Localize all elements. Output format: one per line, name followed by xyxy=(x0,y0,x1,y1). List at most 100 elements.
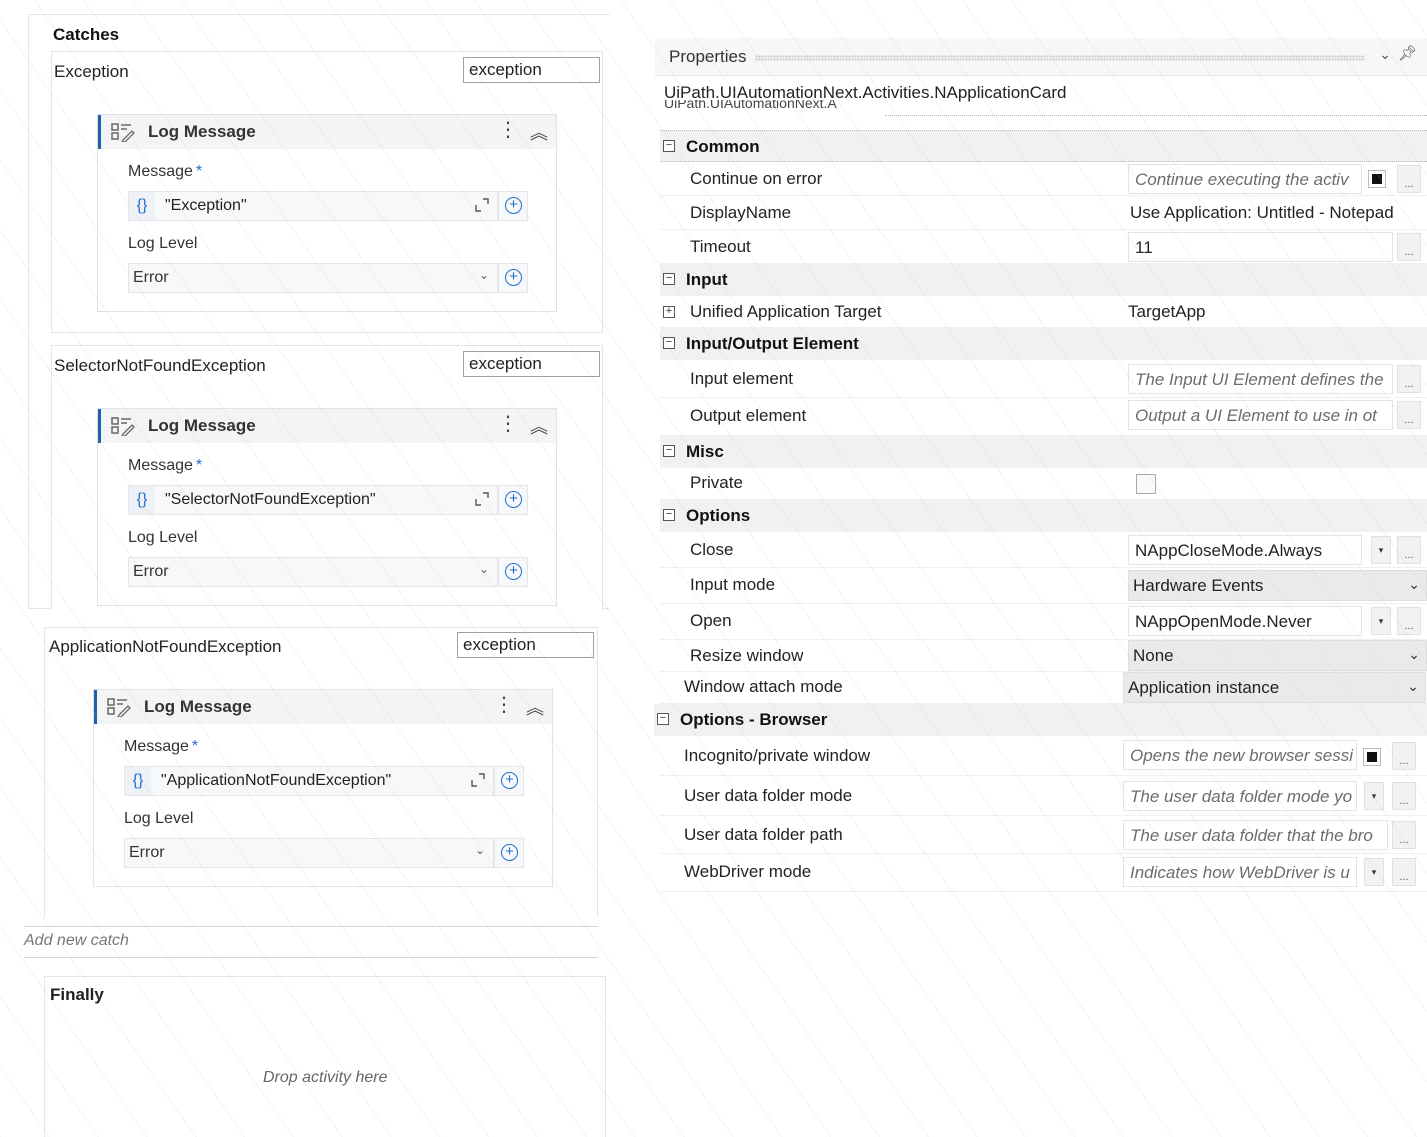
property-value[interactable]: None ⌄ xyxy=(1125,640,1427,674)
property-row-webdriver-mode[interactable]: WebDriver mode Indicates how WebDriver i… xyxy=(660,854,1427,892)
category-misc[interactable]: − Misc xyxy=(660,436,1427,468)
collapse-icon[interactable]: − xyxy=(663,509,675,521)
incognito-checkbox[interactable] xyxy=(1363,748,1381,766)
collapse-icon[interactable]: − xyxy=(663,337,675,349)
property-value[interactable]: Output a UI Element to use in ot ... xyxy=(1125,398,1427,432)
property-row-timeout[interactable]: Timeout 11 ... xyxy=(660,230,1427,264)
user-data-folder-path-input[interactable]: The user data folder that the bro xyxy=(1123,820,1388,850)
dropdown-button[interactable]: ▾ xyxy=(1371,607,1391,635)
category-options[interactable]: − Options xyxy=(660,500,1427,532)
log-message-activity[interactable]: Log Message ⋮ ︽ Message * {} "Exception" … xyxy=(97,114,557,312)
property-value[interactable] xyxy=(1125,468,1427,502)
property-value[interactable]: The Input UI Element defines the ... xyxy=(1125,360,1427,394)
expand-icon[interactable]: + xyxy=(663,306,675,318)
category-input[interactable]: − Input xyxy=(660,264,1427,296)
continue-on-error-checkbox[interactable] xyxy=(1368,170,1386,188)
input-mode-select[interactable]: Hardware Events ⌄ xyxy=(1128,570,1427,601)
property-value[interactable]: TargetApp xyxy=(1125,296,1427,330)
log-message-activity[interactable]: Log Message ⋮ ︽ Message * {} "SelectorNot… xyxy=(97,408,557,606)
message-input[interactable]: {} "SelectorNotFoundException" xyxy=(128,485,498,515)
incognito-input[interactable]: Opens the new browser sessi xyxy=(1123,740,1357,770)
collapse-icon[interactable]: − xyxy=(663,140,675,152)
expand-editor-icon[interactable] xyxy=(471,773,485,787)
catch-variable-input[interactable]: exception xyxy=(457,632,594,658)
ellipsis-button[interactable]: ... xyxy=(1397,536,1421,564)
add-variable-button[interactable]: + xyxy=(498,263,528,293)
property-row-window-attach-mode[interactable]: Window attach mode Application instance … xyxy=(660,672,1427,704)
collapse-icon[interactable]: ︽ xyxy=(530,119,548,145)
log-level-select[interactable]: Error ⌄ xyxy=(128,263,498,293)
category-io-element[interactable]: − Input/Output Element xyxy=(660,328,1427,360)
continue-on-error-input[interactable]: Continue executing the activ xyxy=(1128,164,1362,194)
collapse-icon[interactable]: − xyxy=(657,713,669,725)
catch-block-exception[interactable]: Exception exception Log Message ⋮ ︽ Mess… xyxy=(51,51,603,333)
more-options-icon[interactable]: ⋮ xyxy=(494,695,514,715)
property-row-incognito[interactable]: Incognito/private window Opens the new b… xyxy=(660,736,1427,776)
property-value[interactable]: Continue executing the activ ... xyxy=(1125,162,1427,196)
property-value[interactable]: Hardware Events ⌄ xyxy=(1125,568,1427,602)
catch-variable-input[interactable]: exception xyxy=(463,57,600,83)
dropdown-button[interactable]: ▾ xyxy=(1364,858,1384,886)
property-row-open[interactable]: Open NAppOpenMode.Never ▾ ... xyxy=(660,604,1427,640)
more-options-icon[interactable]: ⋮ xyxy=(498,120,518,140)
property-value[interactable]: NAppOpenMode.Never ▾ ... xyxy=(1125,604,1427,638)
property-value[interactable]: 11 ... xyxy=(1125,230,1427,264)
input-element-input[interactable]: The Input UI Element defines the xyxy=(1128,364,1393,394)
property-row-private[interactable]: Private xyxy=(660,468,1427,500)
property-row-continue-on-error[interactable]: Continue on error Continue executing the… xyxy=(660,162,1427,196)
property-row-displayname[interactable]: DisplayName Use Application: Untitled - … xyxy=(660,196,1427,230)
resize-window-select[interactable]: None ⌄ xyxy=(1128,640,1427,671)
panel-grip[interactable] xyxy=(755,55,1365,61)
category-options-browser[interactable]: − Options - Browser xyxy=(654,704,1427,736)
property-row-unified-target[interactable]: + Unified Application Target TargetApp xyxy=(660,296,1427,328)
property-row-user-data-folder-path[interactable]: User data folder path The user data fold… xyxy=(660,816,1427,854)
property-row-close[interactable]: Close NAppCloseMode.Always ▾ ... xyxy=(660,532,1427,568)
output-element-input[interactable]: Output a UI Element to use in ot xyxy=(1128,400,1393,430)
timeout-input[interactable]: 11 xyxy=(1128,232,1393,262)
ellipsis-button[interactable]: ... xyxy=(1392,742,1416,770)
property-row-user-data-folder-mode[interactable]: User data folder mode The user data fold… xyxy=(660,776,1427,816)
add-variable-button[interactable]: + xyxy=(498,485,528,515)
message-input[interactable]: {} "Exception" xyxy=(128,191,498,221)
collapse-icon[interactable]: ︽ xyxy=(530,413,548,439)
catch-block-applicationnotfound[interactable]: ApplicationNotFoundException exception L… xyxy=(44,627,598,917)
property-value[interactable]: The user data folder that the bro ... xyxy=(1120,816,1422,850)
property-value[interactable]: The user data folder mode yo ▾ ... xyxy=(1120,776,1422,811)
ellipsis-button[interactable]: ... xyxy=(1392,821,1416,849)
activity-header[interactable]: Log Message ⋮ ︽ xyxy=(94,690,552,724)
catch-block-selectornotfound[interactable]: SelectorNotFoundException exception Log … xyxy=(51,345,603,610)
ellipsis-button[interactable]: ... xyxy=(1397,365,1421,393)
add-new-catch-link[interactable]: Add new catch xyxy=(24,932,129,950)
webdriver-mode-input[interactable]: Indicates how WebDriver is u xyxy=(1123,857,1357,887)
more-options-icon[interactable]: ⋮ xyxy=(498,414,518,434)
add-variable-button[interactable]: + xyxy=(494,766,524,796)
property-row-output-element[interactable]: Output element Output a UI Element to us… xyxy=(660,398,1427,436)
activity-header[interactable]: Log Message ⋮ ︽ xyxy=(98,409,556,443)
property-value[interactable]: Indicates how WebDriver is u ▾ ... xyxy=(1120,854,1422,888)
property-value[interactable]: Application instance ⌄ xyxy=(1120,672,1426,706)
property-row-resize-window[interactable]: Resize window None ⌄ xyxy=(660,640,1427,672)
close-input[interactable]: NAppCloseMode.Always xyxy=(1128,535,1362,565)
activity-header[interactable]: Log Message ⋮ ︽ xyxy=(98,115,556,149)
ellipsis-button[interactable]: ... xyxy=(1392,782,1416,810)
chevron-down-icon[interactable]: ⌄ xyxy=(1379,46,1391,63)
ellipsis-button[interactable]: ... xyxy=(1392,858,1416,886)
add-variable-button[interactable]: + xyxy=(498,557,528,587)
collapse-icon[interactable]: ︽ xyxy=(526,694,544,720)
expand-editor-icon[interactable] xyxy=(475,492,489,506)
pin-icon[interactable]: 📌︎ xyxy=(1398,44,1417,62)
catch-variable-input[interactable]: exception xyxy=(463,351,600,377)
log-level-select[interactable]: Error ⌄ xyxy=(124,838,494,868)
open-input[interactable]: NAppOpenMode.Never xyxy=(1128,606,1362,636)
property-row-input-element[interactable]: Input element The Input UI Element defin… xyxy=(660,360,1427,398)
category-common[interactable]: − Common xyxy=(660,130,1427,162)
property-row-input-mode[interactable]: Input mode Hardware Events ⌄ xyxy=(660,568,1427,604)
ellipsis-button[interactable]: ... xyxy=(1397,401,1421,429)
message-input[interactable]: {} "ApplicationNotFoundException" xyxy=(124,766,494,796)
property-value[interactable]: Use Application: Untitled - Notepad xyxy=(1125,196,1427,230)
add-new-catch-row[interactable]: Add new catch xyxy=(24,926,598,958)
dropdown-button[interactable]: ▾ xyxy=(1371,536,1391,564)
ellipsis-button[interactable]: ... xyxy=(1397,233,1421,261)
log-level-select[interactable]: Error ⌄ xyxy=(128,557,498,587)
add-variable-button[interactable]: + xyxy=(498,191,528,221)
